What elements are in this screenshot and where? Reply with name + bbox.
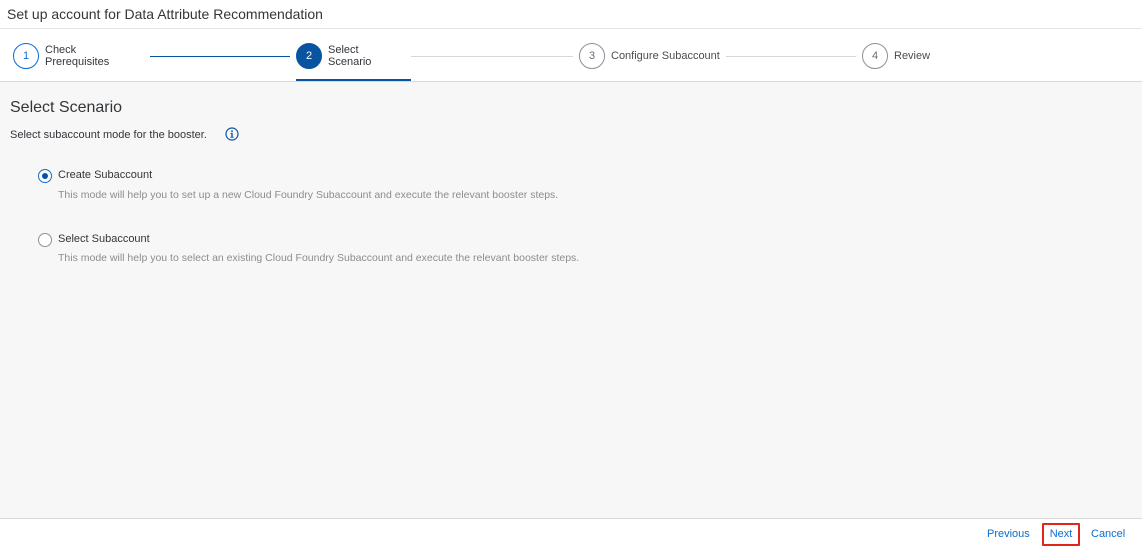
next-button[interactable]: Next bbox=[1044, 525, 1078, 544]
next-button-highlight: Next bbox=[1042, 523, 1080, 546]
step-4-circle[interactable]: 4 bbox=[862, 43, 888, 69]
select-subaccount-radio[interactable] bbox=[38, 233, 52, 247]
section-description: Select subaccount mode for the booster. bbox=[10, 129, 207, 141]
step-connector-1-2 bbox=[150, 56, 290, 57]
previous-button[interactable]: Previous bbox=[987, 525, 1030, 543]
step-1-label-line2[interactable]: Prerequisites bbox=[45, 57, 109, 68]
page-header-title: Set up account for Data Attribute Recomm… bbox=[7, 6, 323, 22]
step-3-circle[interactable]: 3 bbox=[579, 43, 605, 69]
step-2-label-line2[interactable]: Scenario bbox=[328, 57, 371, 68]
active-step-indicator bbox=[296, 79, 411, 81]
step-2-label-line1[interactable]: Select bbox=[328, 45, 359, 56]
section-title: Select Scenario bbox=[10, 99, 123, 116]
select-subaccount-description: This mode will help you to select an exi… bbox=[58, 252, 580, 264]
create-subaccount-label[interactable]: Create Subaccount bbox=[58, 169, 152, 181]
select-subaccount-label[interactable]: Select Subaccount bbox=[58, 233, 150, 245]
dialog-footer: Previous Next Cancel bbox=[0, 518, 1142, 549]
step-1-circle[interactable]: 1 bbox=[13, 43, 39, 69]
step-2-circle[interactable]: 2 bbox=[296, 43, 322, 69]
dialog-header: Set up account for Data Attribute Recomm… bbox=[0, 0, 1142, 29]
cancel-button[interactable]: Cancel bbox=[1091, 525, 1125, 543]
step-1-label-line1[interactable]: Check bbox=[45, 45, 76, 56]
step-3-label[interactable]: Configure Subaccount bbox=[611, 51, 720, 62]
wizard-progress: 1 Check Prerequisites 2 Select Scenario … bbox=[0, 29, 1142, 82]
step-connector-3-4 bbox=[726, 56, 856, 57]
info-icon[interactable] bbox=[225, 127, 239, 141]
create-subaccount-radio[interactable] bbox=[38, 169, 52, 183]
step-4-label[interactable]: Review bbox=[894, 51, 930, 62]
create-subaccount-description: This mode will help you to set up a new … bbox=[58, 189, 559, 201]
step-connector-2-3 bbox=[411, 56, 573, 57]
